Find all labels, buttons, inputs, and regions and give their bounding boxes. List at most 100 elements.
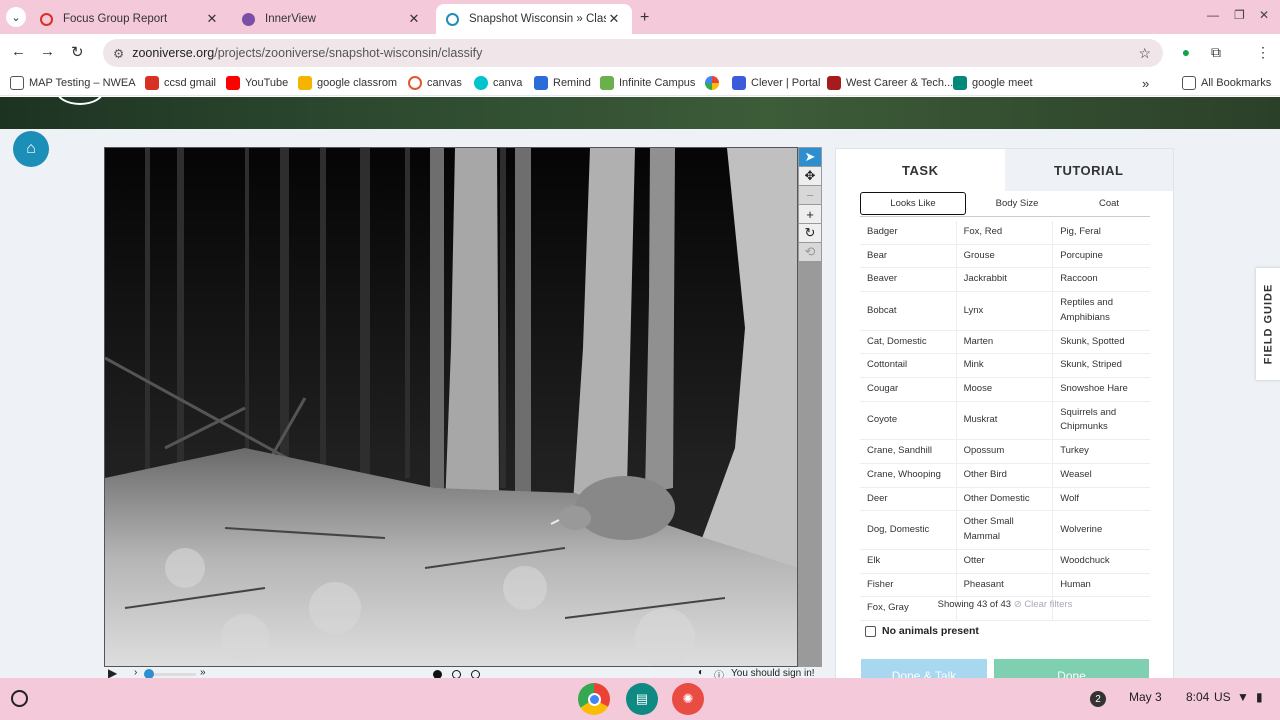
species-choice[interactable]: Bear (860, 244, 957, 268)
contrast-icon[interactable]: ◐ (698, 667, 704, 678)
project-home-button[interactable]: ⌂ (13, 131, 49, 167)
species-choice[interactable]: Deer (860, 487, 957, 511)
launcher-icon[interactable] (11, 690, 28, 707)
info-icon[interactable]: ⓘ (714, 667, 724, 678)
species-choice[interactable]: Crane, Sandhill (860, 440, 957, 463)
zoom-in-icon[interactable]: + (799, 205, 821, 223)
zoom-out-icon[interactable]: − (799, 186, 821, 204)
minimize-icon[interactable]: — (1207, 8, 1219, 22)
bookmark-youtube[interactable]: YouTube (226, 76, 288, 90)
species-choice[interactable]: Pig, Feral (1053, 221, 1150, 244)
prev-frame-icon[interactable]: › (134, 667, 137, 678)
field-guide-tab[interactable]: FIELD GUIDE (1256, 268, 1280, 380)
no-animals-option[interactable]: No animals present (865, 625, 979, 637)
filter-coat[interactable]: Coat (1068, 191, 1150, 216)
chrome-icon[interactable] (578, 683, 610, 715)
site-info-icon[interactable]: ⚙ (113, 46, 124, 61)
bookmark-ccsd-gmail[interactable]: ccsd gmail (145, 76, 216, 90)
address-bar[interactable]: ⚙ zooniverse.org /projects/zooniverse/sn… (103, 39, 1163, 67)
bookmark-west-career[interactable]: West Career & Tech... (827, 76, 953, 90)
species-choice[interactable]: Other Small Mammal (957, 511, 1054, 549)
species-choice[interactable]: Beaver (860, 268, 957, 292)
close-icon[interactable]: ✕ (204, 11, 220, 27)
bookmark-map-testing[interactable]: MAP Testing – NWEA (10, 76, 136, 90)
extensions-icon[interactable]: ⧉ (1207, 44, 1225, 62)
back-arrow-icon[interactable]: ← (11, 43, 26, 60)
reset-icon[interactable]: ⟲ (799, 243, 821, 261)
canvas-app-icon[interactable]: ✺ (672, 683, 704, 715)
close-icon[interactable]: ✕ (606, 11, 622, 27)
frame-dot-3[interactable] (471, 670, 480, 678)
grammarly-icon[interactable]: ● (1177, 44, 1195, 62)
tab-focus-group-report[interactable]: Focus Group Report ✕ (30, 4, 230, 34)
species-choice[interactable]: Cougar (860, 378, 957, 401)
species-choice[interactable]: Pheasant (957, 573, 1054, 597)
notification-count[interactable]: 2 (1090, 691, 1106, 707)
species-choice[interactable]: Weasel (1053, 464, 1150, 487)
tab-tutorial[interactable]: TUTORIAL (1004, 149, 1173, 191)
restore-icon[interactable]: ❐ (1234, 8, 1245, 22)
species-choice[interactable]: Cat, Domestic (860, 330, 957, 354)
species-choice[interactable]: Other Bird (957, 463, 1054, 487)
species-choice[interactable]: Porcupine (1053, 245, 1150, 268)
species-choice[interactable]: Fisher (860, 573, 957, 597)
more-bookmarks-icon[interactable]: » (1142, 76, 1149, 91)
bookmark-canva[interactable]: canva (474, 76, 522, 90)
species-choice[interactable]: Wolverine (1053, 511, 1150, 548)
tab-snapshot-wisconsin[interactable]: Snapshot Wisconsin » Classify ✕ (436, 4, 632, 34)
bookmark-remind[interactable]: Remind (534, 76, 591, 90)
species-choice[interactable]: Moose (957, 378, 1054, 401)
filter-looks-like[interactable]: Looks Like (860, 192, 966, 215)
tab-task[interactable]: TASK (836, 149, 1005, 191)
wifi-icon[interactable]: ▼ (1237, 690, 1249, 704)
species-choice[interactable]: Badger (860, 221, 957, 244)
species-choice[interactable]: Squirrels and Chipmunks (1053, 402, 1150, 439)
species-choice[interactable]: Opossum (957, 440, 1054, 463)
species-choice[interactable]: Elk (860, 549, 957, 573)
bookmark-clever[interactable]: Clever | Portal (732, 76, 821, 90)
species-choice[interactable]: Woodchuck (1053, 550, 1150, 573)
new-tab-icon[interactable]: + (640, 9, 649, 27)
species-choice[interactable]: Snowshoe Hare (1053, 378, 1150, 401)
play-icon[interactable]: ▶ (108, 666, 117, 678)
species-choice[interactable]: Mink (957, 354, 1054, 378)
close-window-icon[interactable]: ✕ (1259, 8, 1269, 22)
bookmark-canvas[interactable]: canvas (408, 76, 462, 90)
filter-body-size[interactable]: Body Size (966, 191, 1068, 216)
species-choice[interactable]: Other Domestic (957, 487, 1054, 511)
rotate-icon[interactable]: ↻ (799, 224, 821, 242)
species-choice[interactable]: Bobcat (860, 292, 957, 330)
battery-icon[interactable]: ▮ (1256, 690, 1263, 704)
frame-dot-1[interactable] (433, 670, 442, 678)
bookmark-google-meet[interactable]: google meet (953, 76, 1033, 90)
species-choice[interactable]: Skunk, Striped (1053, 354, 1150, 377)
time-label[interactable]: 8:04 (1186, 690, 1209, 704)
next-frame-icon[interactable]: » (200, 667, 206, 678)
species-choice[interactable]: Dog, Domestic (860, 511, 957, 549)
species-choice[interactable]: Wolf (1053, 488, 1150, 511)
species-choice[interactable]: Grouse (957, 244, 1054, 268)
species-choice[interactable]: Reptiles and Amphibians (1053, 292, 1150, 329)
tab-innerview[interactable]: InnerView ✕ (232, 4, 432, 34)
species-choice[interactable]: Crane, Whooping (860, 463, 957, 487)
subject-image[interactable] (104, 147, 798, 667)
classroom-app-icon[interactable]: ▤ (626, 683, 658, 715)
no-animals-checkbox[interactable] (865, 625, 876, 637)
bookmark-infinite-campus[interactable]: Infinite Campus (600, 76, 695, 90)
bookmark-star-icon[interactable]: ☆ (1138, 45, 1151, 62)
species-choice[interactable]: Human (1053, 574, 1150, 597)
species-choice[interactable]: Turkey (1053, 440, 1150, 463)
bookmark-google-classroom[interactable]: google classrom (298, 76, 397, 90)
slider-thumb[interactable] (144, 669, 154, 678)
move-tool-icon[interactable]: ✥ (799, 167, 821, 185)
done-and-talk-button[interactable]: Done & Talk (861, 659, 987, 678)
date-label[interactable]: May 3 (1129, 690, 1162, 704)
species-choice[interactable]: Marten (957, 330, 1054, 354)
reload-icon[interactable]: ↻ (71, 43, 84, 61)
species-choice[interactable]: Jackrabbit (957, 268, 1054, 292)
species-choice[interactable]: Raccoon (1053, 268, 1150, 291)
all-bookmarks[interactable]: All Bookmarks (1182, 76, 1271, 90)
clear-filters-link[interactable]: ⊘ Clear filters (1014, 599, 1073, 610)
species-choice[interactable]: Skunk, Spotted (1053, 331, 1150, 354)
region-label[interactable]: US (1214, 690, 1231, 704)
